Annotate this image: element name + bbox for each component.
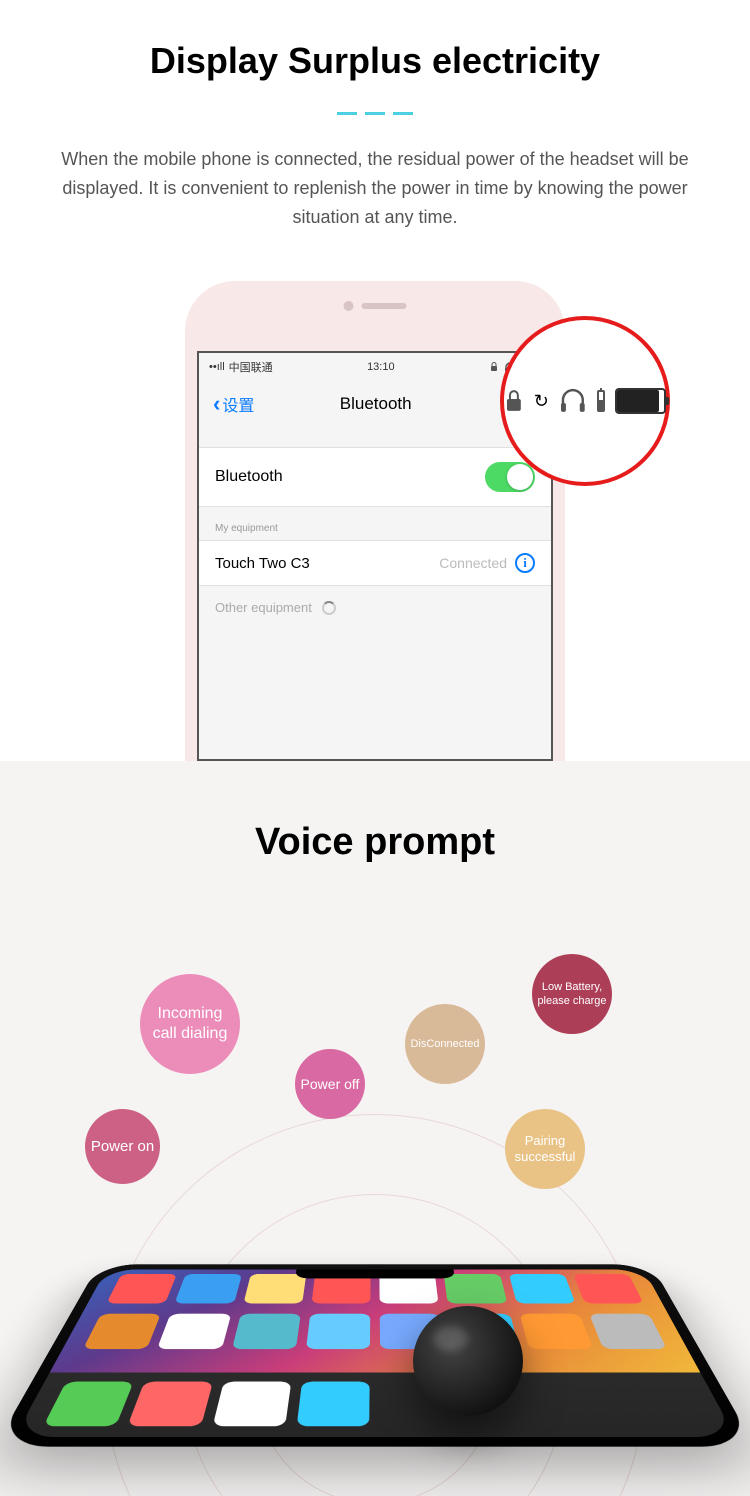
bubble-power-off: Power off (295, 1049, 365, 1119)
nav-title: Bluetooth (214, 394, 537, 414)
magnifier-callout: ↻ (500, 316, 670, 486)
app-icon (296, 1382, 369, 1427)
phone-earpiece-area (344, 301, 407, 311)
app-icon (212, 1382, 291, 1427)
device-name: Touch Two C3 (215, 555, 310, 572)
phone-notch-icon (295, 1270, 455, 1279)
app-row (59, 1309, 690, 1355)
phone-screen: ••ıll 中国联通 13:10 ‹ 设置 B (197, 351, 553, 761)
info-icon[interactable]: i (515, 553, 535, 573)
device-status: Connected (439, 555, 507, 571)
bluetooth-toggle-row: Bluetooth (199, 447, 551, 507)
lock-icon (489, 362, 499, 372)
status-left: ••ıll 中国联通 (209, 359, 273, 375)
divider-dashes (0, 102, 750, 120)
app-icon (43, 1382, 134, 1427)
bluetooth-toggle[interactable] (485, 462, 535, 492)
app-icon (444, 1274, 507, 1304)
app-icon (157, 1314, 231, 1349)
app-icon (508, 1274, 575, 1304)
phone-mockup-wrap: ••ıll 中国联通 13:10 ‹ 设置 B (0, 281, 750, 761)
bubble-incoming-call: Incoming call dialing (140, 974, 240, 1074)
status-time: 13:10 (367, 361, 395, 373)
bubble-area: Incoming call dialing DisConnected Low B… (0, 964, 750, 1304)
device-status-wrap: Connected i (439, 553, 535, 573)
earpiece-icon (362, 303, 407, 309)
section2-title: Voice prompt (0, 821, 750, 864)
bubble-low-battery: Low Battery, please charge (532, 954, 612, 1034)
app-icon (232, 1314, 301, 1349)
bluetooth-label: Bluetooth (215, 468, 283, 486)
nav-bar: ‹ 设置 Bluetooth (199, 381, 551, 427)
app-icon (573, 1274, 644, 1304)
app-icon (519, 1314, 593, 1349)
toggle-knob-icon (507, 464, 533, 490)
front-camera-icon (344, 301, 354, 311)
carrier-label: 中国联通 (229, 359, 273, 375)
earbud-image (413, 1306, 523, 1416)
other-equipment-label: Other equipment (215, 600, 312, 615)
phone-bottom-screen (14, 1270, 736, 1438)
status-bar: ••ıll 中国联通 13:10 (199, 353, 551, 381)
signal-icon: ••ıll (209, 361, 225, 373)
device-row[interactable]: Touch Two C3 Connected i (199, 540, 551, 586)
bubble-pairing: Pairing successful (505, 1109, 585, 1189)
app-icon (306, 1314, 370, 1349)
spinner-icon (322, 601, 336, 615)
surplus-section: Display Surplus electricity When the mob… (0, 0, 750, 761)
headset-battery-icon (597, 390, 605, 412)
other-equipment-row: Other equipment (199, 586, 551, 629)
app-icon (589, 1314, 667, 1349)
app-icon (175, 1274, 242, 1304)
app-icon (379, 1274, 438, 1304)
my-equipment-label: My equipment (199, 507, 551, 540)
phone-frame: ••ıll 中国联通 13:10 ‹ 设置 B (185, 281, 565, 761)
voice-prompt-section: Voice prompt Incoming call dialing DisCo… (0, 761, 750, 1496)
app-icon (311, 1274, 370, 1304)
headphone-icon (559, 388, 587, 414)
bubble-power-on: Power on (85, 1109, 160, 1184)
section1-title: Display Surplus electricity (0, 40, 750, 82)
phone-battery-icon (615, 388, 666, 414)
lock-icon (504, 389, 524, 413)
phone-perspective (0, 1265, 750, 1447)
app-dock (14, 1373, 736, 1438)
bubble-disconnected: DisConnected (405, 1004, 485, 1084)
refresh-arrow-icon: ↻ (534, 391, 549, 412)
app-icon (106, 1274, 177, 1304)
section1-description: When the mobile phone is connected, the … (0, 145, 750, 231)
app-icon (83, 1314, 161, 1349)
app-icon (243, 1274, 306, 1304)
wallpaper (50, 1270, 700, 1373)
app-icon (128, 1382, 213, 1427)
